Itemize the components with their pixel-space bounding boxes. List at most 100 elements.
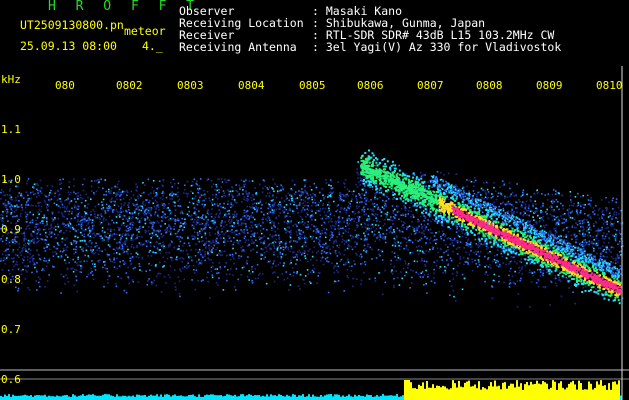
noise-dot — [567, 231, 570, 233]
noise-dot — [142, 212, 145, 214]
noise-dot — [273, 235, 276, 237]
noise-dot — [588, 231, 590, 234]
noise-dot — [207, 251, 209, 254]
noise-dot — [28, 227, 31, 230]
noise-dot — [275, 238, 278, 241]
noise-dot — [261, 273, 264, 275]
noise-dot — [30, 249, 32, 252]
noise-dot — [115, 282, 117, 285]
noise-dot — [389, 263, 392, 265]
noise-dot — [61, 238, 63, 240]
noise-dot — [542, 205, 544, 207]
noise-dot — [60, 187, 62, 190]
noise-dot — [230, 268, 232, 270]
noise-dot — [183, 278, 186, 280]
noise-dot — [35, 219, 37, 222]
noise-dot — [35, 188, 38, 191]
noise-dot — [393, 284, 395, 287]
noise-dot — [507, 200, 510, 203]
noise-dot — [487, 196, 489, 199]
noise-dot — [317, 275, 319, 277]
noise-dot — [493, 273, 496, 276]
noise-dot — [224, 178, 226, 181]
noise-dot — [161, 235, 163, 238]
noise-dot — [534, 211, 536, 214]
noise-dot — [329, 234, 332, 237]
noise-dot — [452, 290, 455, 292]
noise-dot — [127, 277, 130, 280]
noise-dot — [579, 220, 582, 222]
noise-dot — [217, 272, 220, 274]
noise-dot — [194, 255, 197, 257]
noise-dot — [398, 164, 400, 167]
noise-dot — [147, 178, 150, 181]
noise-dot — [348, 222, 351, 225]
noise-dot — [240, 255, 243, 258]
noise-dot — [97, 214, 99, 216]
noise-dot — [84, 229, 86, 232]
noise-dot — [17, 287, 20, 290]
noise-dot — [578, 230, 581, 232]
noise-dot — [219, 233, 221, 236]
noise-dot — [92, 208, 94, 211]
noise-dot — [212, 183, 215, 185]
noise-dot — [348, 207, 350, 210]
noise-dot — [595, 235, 598, 237]
noise-dot — [224, 221, 226, 223]
noise-dot — [416, 249, 419, 252]
noise-dot — [101, 215, 103, 218]
noise-dot — [170, 181, 172, 184]
noise-dot — [605, 210, 608, 212]
noise-dot — [218, 208, 220, 211]
noise-dot — [363, 205, 366, 208]
noise-dot — [239, 188, 241, 190]
noise-dot — [68, 213, 70, 215]
noise-dot — [571, 217, 574, 219]
noise-dot — [216, 203, 218, 205]
noise-dot — [325, 217, 327, 220]
noise-dot — [377, 206, 380, 209]
noise-dot — [243, 212, 245, 214]
noise-dot — [397, 254, 399, 257]
noise-dot — [296, 197, 299, 199]
noise-dot — [125, 218, 128, 220]
noise-dot — [206, 220, 208, 223]
noise-dot — [80, 227, 83, 230]
noise-dot — [44, 201, 46, 203]
noise-dot — [236, 202, 238, 204]
noise-dot — [433, 235, 436, 237]
noise-dot — [236, 194, 239, 197]
noise-dot — [423, 219, 425, 222]
noise-dot — [33, 261, 36, 264]
noise-dot — [115, 252, 118, 254]
noise-dot — [444, 269, 446, 272]
noise-dot — [75, 230, 77, 232]
noise-dot — [436, 247, 439, 250]
noise-dot — [184, 266, 187, 269]
noise-dot — [162, 234, 165, 237]
noise-dot — [465, 236, 468, 239]
noise-dot — [420, 223, 423, 226]
noise-dot — [461, 232, 464, 234]
noise-dot — [546, 268, 548, 271]
noise-dot — [116, 257, 118, 260]
noise-dot — [47, 243, 50, 246]
noise-dot — [104, 235, 106, 237]
noise-dot — [219, 254, 222, 256]
noise-dot — [113, 252, 115, 255]
noise-dot — [415, 271, 418, 274]
noise-dot — [144, 211, 146, 214]
noise-dot — [551, 193, 554, 196]
noise-dot — [532, 216, 534, 218]
noise-dot — [73, 198, 76, 200]
noise-dot — [269, 211, 272, 214]
noise-dot — [241, 245, 244, 248]
noise-dot — [344, 263, 347, 266]
noise-dot — [206, 212, 209, 214]
noise-dot — [590, 197, 592, 199]
noise-dot — [339, 253, 342, 255]
noise-dot — [102, 219, 105, 222]
noise-dot — [557, 216, 559, 218]
noise-dot — [12, 215, 14, 218]
noise-dot — [49, 199, 51, 202]
